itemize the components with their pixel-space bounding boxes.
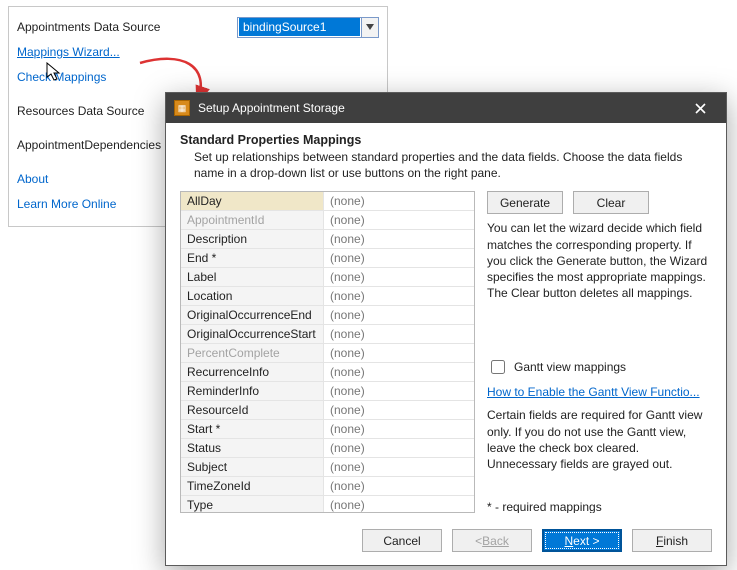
property-row[interactable]: RecurrenceInfo(none) xyxy=(181,363,474,382)
property-row[interactable]: Start *(none) xyxy=(181,420,474,439)
property-mappings-grid[interactable]: AllDay(none)AppointmentId(none)Descripti… xyxy=(180,191,475,513)
property-row[interactable]: Description(none) xyxy=(181,230,474,249)
property-name: PercentComplete xyxy=(181,344,324,362)
gantt-view-checkbox[interactable] xyxy=(491,360,505,374)
back-button[interactable]: < Back xyxy=(452,529,532,552)
property-value[interactable]: (none) xyxy=(324,496,474,513)
property-name: OriginalOccurrenceEnd xyxy=(181,306,324,324)
property-row[interactable]: Label(none) xyxy=(181,268,474,287)
property-value[interactable]: (none) xyxy=(324,211,474,229)
mappings-wizard-link[interactable]: Mappings Wizard... xyxy=(17,45,120,59)
property-value[interactable]: (none) xyxy=(324,477,474,495)
required-mappings-note: * - required mappings xyxy=(487,500,712,513)
gantt-help-link[interactable]: How to Enable the Gantt View Functio... xyxy=(487,385,712,399)
property-value[interactable]: (none) xyxy=(324,230,474,248)
property-row[interactable]: AppointmentId(none) xyxy=(181,211,474,230)
property-row[interactable]: TimeZoneId(none) xyxy=(181,477,474,496)
property-name: AppointmentId xyxy=(181,211,324,229)
cancel-button[interactable]: Cancel xyxy=(362,529,442,552)
learn-more-link[interactable]: Learn More Online xyxy=(17,197,116,211)
property-name: Status xyxy=(181,439,324,457)
next-button[interactable]: Next > xyxy=(542,529,622,552)
property-value[interactable]: (none) xyxy=(324,458,474,476)
property-name: Location xyxy=(181,287,324,305)
property-value[interactable]: (none) xyxy=(324,287,474,305)
property-value[interactable]: (none) xyxy=(324,344,474,362)
property-name: Subject xyxy=(181,458,324,476)
property-name: End * xyxy=(181,249,324,267)
check-mappings-link[interactable]: Check Mappings xyxy=(17,70,106,84)
finish-button[interactable]: Finish xyxy=(632,529,712,552)
property-row[interactable]: Status(none) xyxy=(181,439,474,458)
appointments-datasource-combo[interactable]: bindingSource1 xyxy=(237,17,379,38)
property-row[interactable]: Subject(none) xyxy=(181,458,474,477)
gantt-view-checkbox-label: Gantt view mappings xyxy=(514,360,626,374)
property-row[interactable]: End *(none) xyxy=(181,249,474,268)
property-value[interactable]: (none) xyxy=(324,306,474,324)
wizard-subheading: Set up relationships between standard pr… xyxy=(194,149,712,181)
property-row[interactable]: Type(none) xyxy=(181,496,474,513)
clear-button[interactable]: Clear xyxy=(573,191,649,214)
property-row[interactable]: PercentComplete(none) xyxy=(181,344,474,363)
property-name: Start * xyxy=(181,420,324,438)
property-name: Description xyxy=(181,230,324,248)
property-value[interactable]: (none) xyxy=(324,268,474,286)
wizard-app-icon: ▦ xyxy=(174,100,190,116)
wizard-button-bar: Cancel < Back Next > Finish xyxy=(166,515,726,565)
property-name: OriginalOccurrenceStart xyxy=(181,325,324,343)
property-row[interactable]: ReminderInfo(none) xyxy=(181,382,474,401)
property-value[interactable]: (none) xyxy=(324,401,474,419)
property-row[interactable]: OriginalOccurrenceStart(none) xyxy=(181,325,474,344)
appointments-datasource-value: bindingSource1 xyxy=(239,18,360,36)
property-row[interactable]: OriginalOccurrenceEnd(none) xyxy=(181,306,474,325)
wizard-heading: Standard Properties Mappings xyxy=(180,133,712,147)
property-value[interactable]: (none) xyxy=(324,363,474,381)
property-value[interactable]: (none) xyxy=(324,439,474,457)
property-name: Type xyxy=(181,496,324,513)
property-name: Label xyxy=(181,268,324,286)
property-value[interactable]: (none) xyxy=(324,192,474,210)
dropdown-arrow-icon[interactable] xyxy=(361,18,378,37)
property-value[interactable]: (none) xyxy=(324,249,474,267)
about-link[interactable]: About xyxy=(17,172,48,186)
property-row[interactable]: ResourceId(none) xyxy=(181,401,474,420)
property-name: TimeZoneId xyxy=(181,477,324,495)
generate-description: You can let the wizard decide which fiel… xyxy=(487,220,712,301)
close-button[interactable] xyxy=(680,93,720,123)
appointments-datasource-label: Appointments Data Source xyxy=(17,20,237,34)
property-row[interactable]: AllDay(none) xyxy=(181,192,474,211)
property-value[interactable]: (none) xyxy=(324,382,474,400)
wizard-titlebar[interactable]: ▦ Setup Appointment Storage xyxy=(166,93,726,123)
property-value[interactable]: (none) xyxy=(324,325,474,343)
gantt-description: Certain fields are required for Gantt vi… xyxy=(487,407,712,472)
property-name: ReminderInfo xyxy=(181,382,324,400)
wizard-dialog: ▦ Setup Appointment Storage Standard Pro… xyxy=(165,92,727,566)
property-row[interactable]: Location(none) xyxy=(181,287,474,306)
wizard-title: Setup Appointment Storage xyxy=(198,101,345,115)
property-value[interactable]: (none) xyxy=(324,420,474,438)
generate-button[interactable]: Generate xyxy=(487,191,563,214)
property-name: ResourceId xyxy=(181,401,324,419)
property-name: AllDay xyxy=(181,192,324,210)
property-name: RecurrenceInfo xyxy=(181,363,324,381)
